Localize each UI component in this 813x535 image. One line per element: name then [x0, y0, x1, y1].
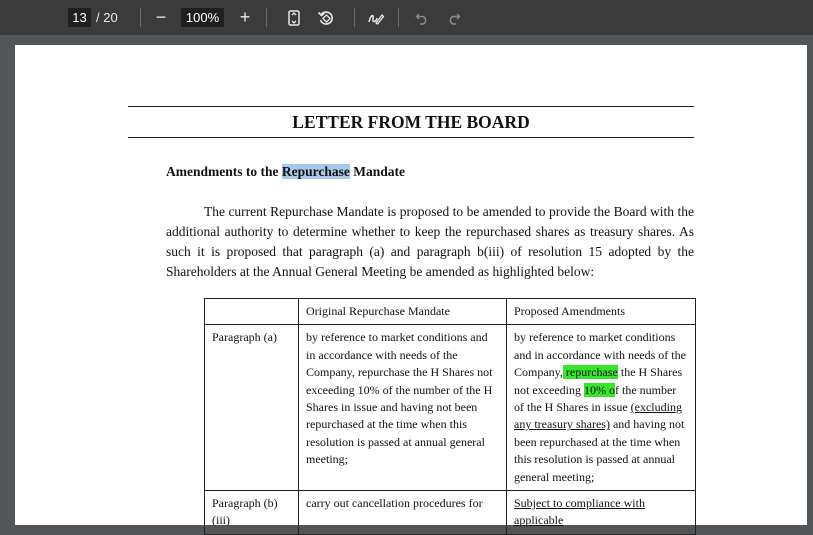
amendments-table: Original Repurchase Mandate Proposed Ame…: [204, 297, 696, 535]
body-paragraph: The current Repurchase Mandate is propos…: [166, 204, 694, 279]
toolbar-divider: [140, 8, 141, 27]
table-row: Paragraph (b)(iii) carry out cancellatio…: [204, 490, 696, 535]
highlighted-text[interactable]: repurchase: [562, 365, 618, 380]
page-title: LETTER FROM THE BOARD: [292, 112, 530, 132]
redo-icon[interactable]: [442, 6, 466, 29]
row-label: Paragraph (a): [204, 324, 299, 492]
highlighted-text[interactable]: 10% o: [583, 382, 615, 397]
table-header-row: Original Repurchase Mandate Proposed Ame…: [204, 297, 696, 326]
toolbar-divider: [266, 8, 267, 27]
original-text-cell: carry out cancellation procedures for: [298, 490, 507, 535]
title-rule-bottom: [128, 137, 694, 138]
toolbar-divider: [354, 8, 355, 27]
table-header-cell: Proposed Amendments: [506, 297, 696, 326]
pdf-page: LETTER FROM THE BOARD Amendments to the …: [15, 45, 807, 535]
table-row: Paragraph (a) by reference to market con…: [204, 324, 696, 492]
heading-text: Mandate: [349, 164, 406, 179]
pdf-toolbar: 13 / 20 − 100% +: [0, 0, 813, 35]
annotate-pen-icon[interactable]: [364, 6, 388, 29]
rotate-icon[interactable]: [314, 6, 338, 29]
page-total: / 20: [96, 10, 118, 25]
zoom-in-icon[interactable]: +: [233, 6, 257, 29]
proposed-text-cell: by reference to market conditions and in…: [506, 324, 696, 492]
toolbar-divider: [398, 8, 399, 27]
underlined-text: Subject to compliance with applicable: [514, 496, 645, 528]
selected-text[interactable]: Repurchase: [281, 164, 350, 179]
table-header-cell: Original Repurchase Mandate: [298, 297, 507, 326]
table-header-cell: [204, 297, 299, 326]
section-heading: Amendments to the Repurchase Mandate: [166, 164, 405, 180]
proposed-text-cell: Subject to compliance with applicable: [506, 490, 696, 535]
zoom-level-input[interactable]: 100%: [181, 8, 224, 27]
heading-text: Amendments to the: [166, 164, 282, 179]
page-number-input[interactable]: 13: [68, 8, 91, 27]
row-label: Paragraph (b)(iii): [204, 490, 299, 535]
original-text-cell: by reference to market conditions and in…: [298, 324, 507, 492]
fit-page-icon[interactable]: [282, 6, 306, 29]
undo-icon[interactable]: [410, 6, 434, 29]
title-rule-top: [128, 106, 694, 107]
zoom-out-icon[interactable]: −: [149, 6, 173, 29]
